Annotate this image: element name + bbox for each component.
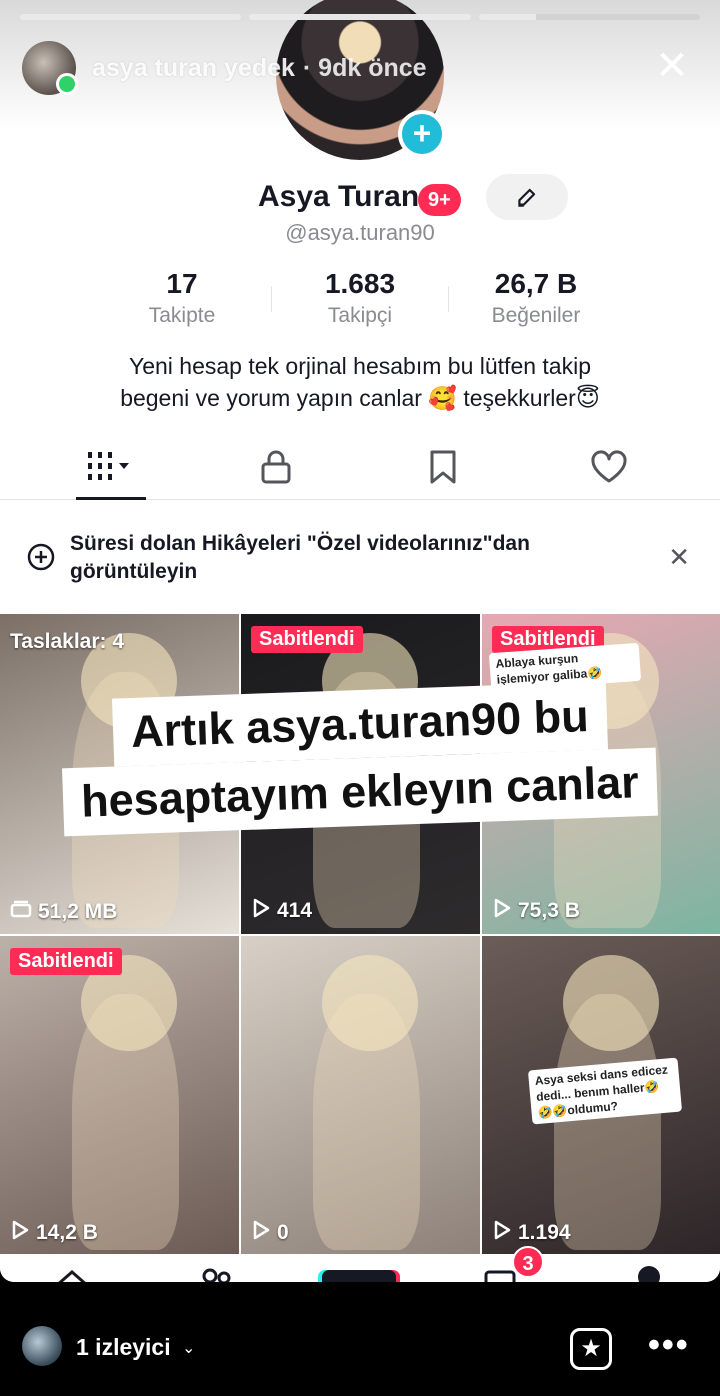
stat-text: 75,3 B bbox=[518, 899, 580, 922]
tab-private[interactable] bbox=[226, 434, 326, 500]
pinned-badge: Sabitlendi bbox=[10, 948, 122, 975]
stat-value: 1.683 bbox=[324, 268, 396, 299]
progress-segment bbox=[249, 14, 471, 20]
pencil-icon bbox=[518, 188, 536, 207]
profile-handle: @asya.turan90 bbox=[285, 220, 435, 245]
play-icon bbox=[251, 898, 271, 924]
story-viewer-bar: 1 izleyici ⌄ ★ ••• bbox=[0, 1316, 720, 1380]
display-name: Asya Turan bbox=[258, 180, 420, 213]
stat-following[interactable]: 17 Takipte bbox=[92, 268, 272, 328]
profile-bio: Yeni hesap tek orjinal hesabım bu lütfen… bbox=[40, 350, 680, 414]
stat-text: 414 bbox=[277, 899, 313, 922]
thumbnail-stat: 75,3 B bbox=[492, 898, 580, 924]
story-username[interactable]: asya turan yedek bbox=[92, 54, 295, 83]
thumbnail-stat: 0 bbox=[251, 1220, 289, 1246]
grid-icon bbox=[88, 452, 129, 480]
friends-icon[interactable] bbox=[196, 1266, 236, 1282]
notification-badge[interactable]: 9+ bbox=[418, 184, 461, 216]
thumbnail-hair bbox=[563, 955, 659, 1052]
home-icon[interactable] bbox=[52, 1266, 92, 1282]
story-progress bbox=[20, 14, 700, 20]
viewer-avatar[interactable] bbox=[22, 1326, 62, 1366]
more-options-icon[interactable]: ••• bbox=[648, 1326, 690, 1365]
thumbnail-stat: 414 bbox=[251, 898, 312, 924]
pinned-badge: Sabitlendi bbox=[251, 626, 363, 653]
story-content: + asya turan yedek · 9dk önce ✕ Asya Tur… bbox=[0, 0, 720, 1282]
progress-fill bbox=[478, 14, 537, 20]
thumbnail-stat: 14,2 B bbox=[10, 1220, 98, 1246]
chevron-down-icon[interactable]: ⌄ bbox=[182, 1338, 195, 1358]
stat-text: 14,2 B bbox=[36, 1221, 98, 1244]
viewer-count[interactable]: 1 izleyici bbox=[76, 1334, 171, 1361]
stat-label: Takipte bbox=[148, 304, 216, 327]
stat-label: Beğeniler bbox=[491, 304, 581, 327]
stat-text: 0 bbox=[277, 1221, 289, 1244]
close-icon[interactable]: ✕ bbox=[654, 46, 690, 86]
drafts-label: Taslaklar: 4 bbox=[10, 630, 125, 653]
tab-liked[interactable] bbox=[559, 434, 659, 500]
stat-followers[interactable]: 1.683 Takipçi bbox=[270, 268, 450, 328]
progress-segment bbox=[20, 14, 242, 20]
video-thumbnail[interactable]: Asya seksi dans edicez dedi... benım hal… bbox=[482, 936, 720, 1256]
online-indicator bbox=[56, 73, 78, 95]
profile-tabs bbox=[0, 434, 720, 500]
play-icon bbox=[492, 1220, 512, 1246]
stat-likes[interactable]: 26,7 B Beğeniler bbox=[446, 268, 626, 328]
create-button[interactable] bbox=[322, 1270, 396, 1282]
bottom-nav: 3 bbox=[0, 1246, 720, 1282]
add-photo-button[interactable]: + bbox=[398, 110, 446, 158]
add-story-icon bbox=[27, 543, 55, 571]
story-time: · 9dk önce bbox=[302, 53, 427, 82]
tab-videos[interactable] bbox=[62, 434, 162, 500]
story-header: asya turan yedek · 9dk önce bbox=[22, 40, 427, 96]
highlight-star-icon[interactable]: ★ bbox=[570, 1328, 612, 1370]
video-thumbnail[interactable]: 0 bbox=[241, 936, 480, 1256]
bio-line: begeni ve yorum yapın canlar 🥰 teşekkurl… bbox=[120, 385, 600, 411]
play-icon bbox=[10, 1220, 30, 1246]
stat-text: 1.194 bbox=[518, 1221, 571, 1244]
story-avatar[interactable] bbox=[22, 41, 78, 95]
stat-label: Takipçi bbox=[327, 304, 393, 327]
edit-profile-button[interactable] bbox=[486, 174, 568, 220]
stories-notice[interactable]: Süresi dolan Hikâyeleri "Özel videoların… bbox=[0, 514, 720, 602]
thumbnail-stat: 51,2 MB bbox=[10, 900, 117, 924]
stat-text: 51,2 MB bbox=[38, 900, 118, 923]
progress-segment bbox=[478, 14, 700, 20]
bookmark-icon bbox=[430, 450, 456, 484]
thumbnail-stat: 1.194 bbox=[492, 1220, 571, 1246]
thumbnail-hair bbox=[322, 955, 418, 1052]
play-icon bbox=[492, 898, 512, 924]
active-tab-indicator bbox=[76, 497, 146, 500]
profile-stats: 17 Takipte 1.683 Takipçi 26,7 B Beğenile… bbox=[0, 268, 720, 338]
bio-line: Yeni hesap tek orjinal hesabım bu lütfen… bbox=[128, 353, 591, 379]
progress-fill bbox=[249, 14, 471, 20]
notice-text: Süresi dolan Hikâyeleri "Özel videoların… bbox=[70, 532, 530, 583]
heart-icon bbox=[591, 450, 627, 483]
stat-value: 26,7 B bbox=[494, 268, 578, 299]
profile-icon[interactable] bbox=[638, 1266, 660, 1282]
name-row: Asya Turan 9+ bbox=[0, 174, 720, 220]
video-thumbnail[interactable]: Sabitlendi 14,2 B bbox=[0, 936, 239, 1256]
tab-saved[interactable] bbox=[393, 434, 493, 500]
inbox-badge: 3 bbox=[512, 1246, 544, 1278]
story-overlay-text: Artık asya.turan90 bu hesaptayım ekleyın… bbox=[12, 681, 708, 837]
stat-value: 17 bbox=[166, 268, 198, 299]
play-icon bbox=[251, 1220, 271, 1246]
storage-icon bbox=[10, 900, 32, 924]
close-icon[interactable]: ✕ bbox=[668, 542, 690, 573]
lock-icon bbox=[261, 450, 291, 484]
progress-fill bbox=[20, 14, 242, 20]
